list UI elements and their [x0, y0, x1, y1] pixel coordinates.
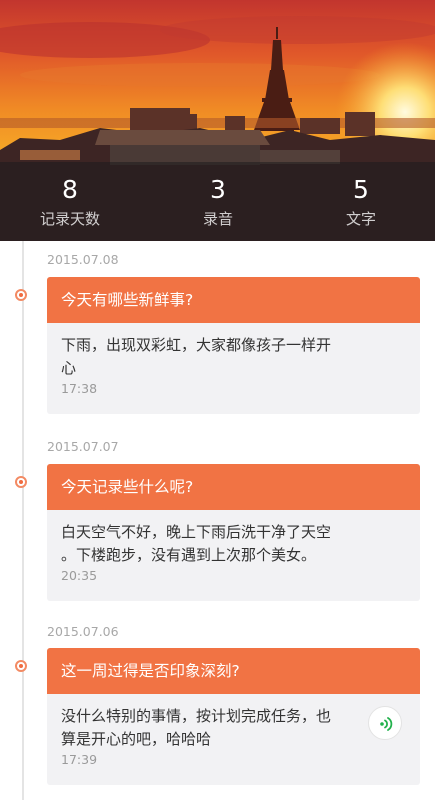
entry-time: 17:39 [61, 752, 98, 767]
entry-content-line: 没什么特别的事情，按计划完成任务，也 [61, 707, 332, 725]
entry-time: 20:35 [61, 568, 98, 583]
stat-text-entries[interactable]: 5 文字 [306, 162, 416, 229]
header-photo: 8 记录天数 3 录音 5 文字 [0, 0, 435, 241]
entry-question: 今天记录些什么呢? [47, 464, 420, 510]
voice-play-icon [380, 717, 393, 731]
entry-card[interactable]: 今天有哪些新鲜事? 下雨，出现双彩虹，大家都像孩子一样开 心 17:38 [47, 277, 420, 414]
stat-label: 记录天数 [39, 210, 100, 228]
entry-card[interactable]: 这一周过得是否印象深刻? 没什么特别的事情，按计划完成任务，也 算是开心的吧，哈… [47, 648, 420, 785]
entry-content-line: 白天空气不好，晚上下雨后洗干净了天空 [61, 523, 332, 541]
stat-value: 5 [353, 175, 369, 204]
diary-app: 8 记录天数 3 录音 5 文字 2015.07.08 今天有哪些新鲜事? 下雨… [0, 0, 435, 800]
entry-content-line: 算是开心的吧，哈哈哈 [61, 730, 212, 748]
entry-date: 2015.07.07 [47, 439, 119, 454]
timeline-dot-icon [15, 660, 27, 672]
entry-content: 下雨，出现双彩虹，大家都像孩子一样开 心 [47, 323, 420, 380]
voice-play-button[interactable] [368, 706, 402, 740]
timeline-line [22, 241, 24, 800]
entry-content-line: 下雨，出现双彩虹，大家都像孩子一样开 [61, 336, 332, 354]
entry-content-line: 心 [61, 359, 77, 377]
timeline-dot-icon [15, 476, 27, 488]
entry-date: 2015.07.08 [47, 252, 119, 267]
timeline-dot-icon [15, 289, 27, 301]
entry-content: 没什么特别的事情，按计划完成任务，也 算是开心的吧，哈哈哈 [47, 694, 420, 751]
entry-question: 今天有哪些新鲜事? [47, 277, 420, 323]
entry-card[interactable]: 今天记录些什么呢? 白天空气不好，晚上下雨后洗干净了天空 。下楼跑步，没有遇到上… [47, 464, 420, 601]
stat-record-days[interactable]: 8 记录天数 [15, 162, 125, 229]
entry-content: 白天空气不好，晚上下雨后洗干净了天空 。下楼跑步，没有遇到上次那个美女。 [47, 510, 420, 567]
entry-content-line: 。下楼跑步，没有遇到上次那个美女。 [61, 546, 317, 564]
entry-date: 2015.07.06 [47, 624, 119, 639]
stat-value: 3 [210, 175, 226, 204]
stat-recordings[interactable]: 3 录音 [163, 162, 273, 229]
entry-question: 这一周过得是否印象深刻? [47, 648, 420, 694]
stat-value: 8 [62, 175, 78, 204]
stat-label: 录音 [202, 210, 233, 228]
stats-bar: 8 记录天数 3 录音 5 文字 [0, 162, 435, 241]
stat-label: 文字 [345, 210, 376, 228]
entry-time: 17:38 [61, 381, 98, 396]
